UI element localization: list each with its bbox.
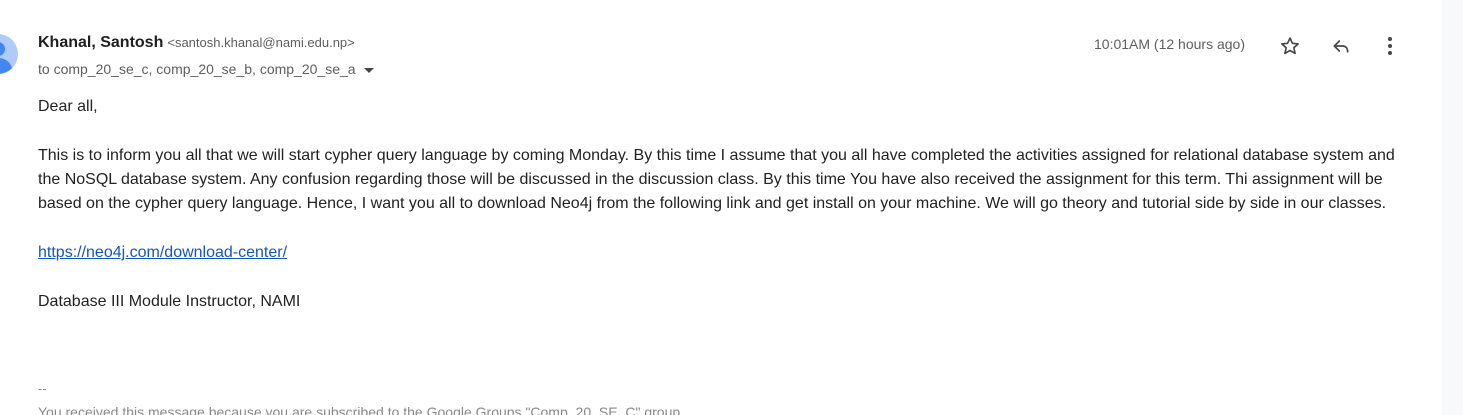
reply-button[interactable] (1329, 34, 1353, 58)
greeting: Dear all, (38, 98, 98, 115)
download-link[interactable]: https://neo4j.com/download-center/ (38, 244, 287, 261)
sender-line: Khanal, Santosh <santosh.khanal@nami.edu.… (38, 34, 355, 52)
signature: Database III Module Instructor, NAMI (38, 293, 301, 310)
avatar[interactable] (0, 34, 18, 74)
chevron-down-icon[interactable] (363, 67, 374, 73)
recipients-line: to comp_20_se_c, comp_20_se_b, comp_20_s… (38, 61, 374, 77)
avatar-body (0, 58, 12, 74)
reply-icon (1330, 36, 1352, 56)
recipients-text: to comp_20_se_c, comp_20_se_b, comp_20_s… (38, 61, 356, 77)
more-vert-icon (1378, 34, 1402, 58)
email-view: Khanal, Santosh <santosh.khanal@nami.edu.… (0, 0, 1463, 415)
link-paragraph: https://neo4j.com/download-center/ (38, 241, 1408, 265)
signature-separator: -- (38, 381, 47, 396)
more-options-button[interactable] (1378, 34, 1402, 58)
group-footer: You received this message because you ar… (38, 404, 685, 415)
right-gutter (1442, 0, 1463, 415)
message-body: Dear all, This is to inform you all that… (38, 95, 1408, 314)
sender-email: <santosh.khanal@nami.edu.np> (167, 35, 355, 50)
star-button[interactable] (1278, 34, 1302, 58)
timestamp: 10:01AM (12 hours ago) (1094, 36, 1245, 52)
message-paragraph: This is to inform you all that we will s… (38, 147, 1395, 212)
avatar-head (0, 42, 5, 56)
star-icon (1280, 36, 1300, 56)
sender-name[interactable]: Khanal, Santosh (38, 34, 163, 51)
